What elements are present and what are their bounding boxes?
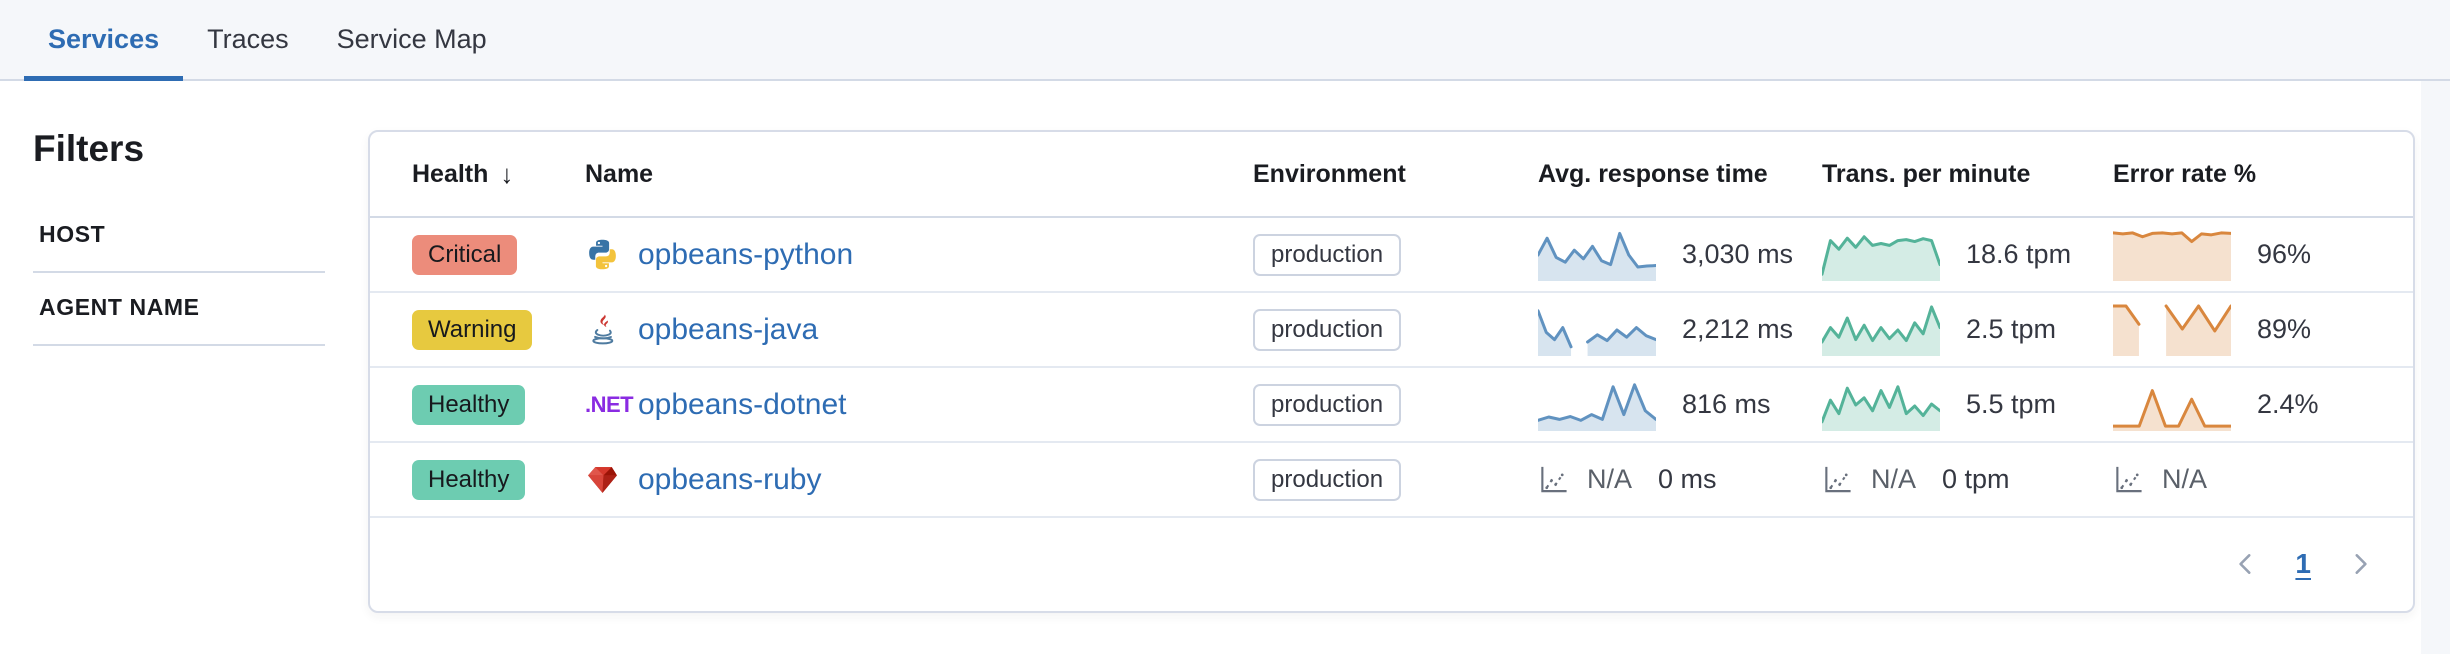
service-name-link[interactable]: opbeans-dotnet <box>638 388 847 422</box>
table-row: Healthy .NET opbeans-dotnet production 8… <box>370 368 2413 443</box>
metric-value: 3,030 ms <box>1682 239 1793 270</box>
header-trans-per-minute[interactable]: Trans. per minute <box>1822 160 2113 189</box>
name-cell: opbeans-java <box>585 312 1253 347</box>
metric-value: 816 ms <box>1682 389 1771 420</box>
no-data-chart-icon <box>1822 464 1853 495</box>
not-available-label: N/A <box>1871 464 1916 495</box>
environment-badge: production <box>1253 309 1401 351</box>
environment-cell: production <box>1253 384 1538 426</box>
environment-cell: production <box>1253 234 1538 276</box>
tab-services[interactable]: Services <box>24 0 183 79</box>
previous-page-icon[interactable] <box>2233 551 2259 577</box>
trans-per-minute-cell: 2.5 tpm <box>1822 304 2113 356</box>
trans-per-minute-cell: 18.6 tpm <box>1822 229 2113 281</box>
next-page-icon[interactable] <box>2347 551 2373 577</box>
error-rate-cell: 89% <box>2113 304 2413 356</box>
error-rate-sparkline-chart <box>2113 229 2231 281</box>
sort-descending-icon: ↓ <box>500 159 513 190</box>
metric-value: 2.4% <box>2257 389 2319 420</box>
header-health-label: Health <box>412 160 488 189</box>
dotnet-icon: .NET <box>585 392 638 418</box>
health-badge: Warning <box>412 310 532 350</box>
error-rate-cell: 96% <box>2113 229 2413 281</box>
service-name-link[interactable]: opbeans-java <box>638 313 818 347</box>
environment-badge: production <box>1253 459 1401 501</box>
error-rate-cell: 2.4% <box>2113 379 2413 431</box>
environment-badge: production <box>1253 384 1401 426</box>
latency-sparkline-chart <box>1538 379 1656 431</box>
environment-badge: production <box>1253 234 1401 276</box>
header-error-rate[interactable]: Error rate % <box>2113 160 2413 189</box>
filter-divider <box>33 271 325 273</box>
avg-response-time-cell: N/A 0 ms <box>1538 464 1822 495</box>
table-header-row: Health ↓ Name Environment Avg. response … <box>370 132 2413 218</box>
header-avg-response-time[interactable]: Avg. response time <box>1538 160 1822 189</box>
metric-value: 0 ms <box>1658 464 1717 495</box>
health-cell: Critical <box>412 235 585 275</box>
health-cell: Healthy <box>412 385 585 425</box>
metric-value: 18.6 tpm <box>1966 239 2071 270</box>
not-available-label: N/A <box>1587 464 1632 495</box>
avg-response-time-cell: 3,030 ms <box>1538 229 1822 281</box>
metric-value: 2.5 tpm <box>1966 314 2056 345</box>
name-cell: opbeans-python <box>585 237 1253 272</box>
java-icon <box>585 312 638 347</box>
table-row: Healthy opbeans-ruby production N/A0 ms … <box>370 443 2413 518</box>
metric-value: 5.5 tpm <box>1966 389 2056 420</box>
avg-response-time-cell: 816 ms <box>1538 379 1822 431</box>
python-icon <box>585 237 638 272</box>
filter-group-host[interactable]: HOST <box>33 220 325 249</box>
health-cell: Healthy <box>412 460 585 500</box>
environment-cell: production <box>1253 459 1538 501</box>
services-panel: Health ↓ Name Environment Avg. response … <box>368 130 2415 613</box>
table-row: Warning opbeans-java production 2,212 ms… <box>370 293 2413 368</box>
filters-title: Filters <box>33 128 144 170</box>
latency-sparkline-chart <box>1538 229 1656 281</box>
service-name-link[interactable]: opbeans-python <box>638 238 853 272</box>
service-name-link[interactable]: opbeans-ruby <box>638 463 821 497</box>
error-rate-sparkline-chart <box>2113 304 2231 356</box>
health-cell: Warning <box>412 310 585 350</box>
page-number-1[interactable]: 1 <box>2295 548 2311 580</box>
trans-per-minute-cell: 5.5 tpm <box>1822 379 2113 431</box>
no-data-chart-icon <box>1538 464 1569 495</box>
health-badge: Healthy <box>412 460 525 500</box>
header-name[interactable]: Name <box>585 160 1253 189</box>
health-badge: Healthy <box>412 385 525 425</box>
health-badge: Critical <box>412 235 517 275</box>
name-cell: opbeans-ruby <box>585 462 1253 497</box>
filter-divider <box>33 344 325 346</box>
error-rate-cell: N/A <box>2113 464 2413 495</box>
metric-value: 0 tpm <box>1942 464 2010 495</box>
metric-value: 96% <box>2257 239 2311 270</box>
trans-per-minute-cell: N/A 0 tpm <box>1822 464 2113 495</box>
header-environment[interactable]: Environment <box>1253 160 1538 189</box>
avg-response-time-cell: 2,212 ms <box>1538 304 1822 356</box>
error-rate-sparkline-chart <box>2113 379 2231 431</box>
not-available-label: N/A <box>2162 464 2207 495</box>
filter-group-agent-name[interactable]: AGENT NAME <box>33 293 325 322</box>
environment-cell: production <box>1253 309 1538 351</box>
latency-sparkline-chart <box>1538 304 1656 356</box>
metric-value: 2,212 ms <box>1682 314 1793 345</box>
metric-value: 89% <box>2257 314 2311 345</box>
throughput-sparkline-chart <box>1822 304 1940 356</box>
throughput-sparkline-chart <box>1822 229 1940 281</box>
pagination: 1 <box>2233 516 2373 611</box>
no-data-chart-icon <box>2113 464 2144 495</box>
top-tab-bar: Services Traces Service Map <box>0 0 2450 81</box>
tab-traces[interactable]: Traces <box>183 0 313 79</box>
table-body: Critical opbeans-python production 3,030… <box>370 218 2413 518</box>
ruby-icon <box>585 462 638 497</box>
table-row: Critical opbeans-python production 3,030… <box>370 218 2413 293</box>
tab-service-map[interactable]: Service Map <box>313 0 511 79</box>
header-health[interactable]: Health ↓ <box>412 159 585 190</box>
throughput-sparkline-chart <box>1822 379 1940 431</box>
name-cell: .NET opbeans-dotnet <box>585 388 1253 422</box>
